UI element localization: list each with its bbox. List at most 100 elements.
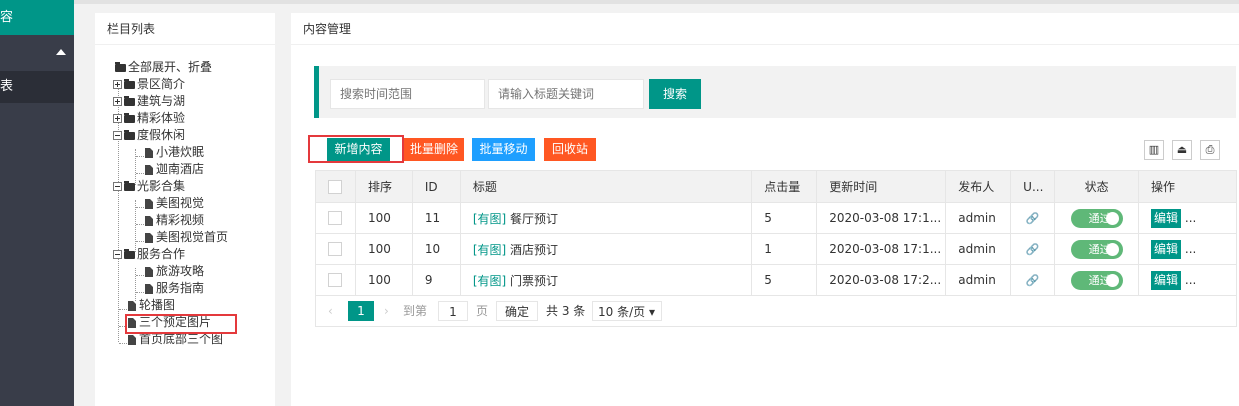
left-nav: 容 表 <box>0 0 74 406</box>
edit-button[interactable]: 编辑 <box>1151 270 1182 290</box>
file-icon <box>145 198 153 209</box>
columns-filter-icon[interactable]: ▥ <box>1144 140 1164 160</box>
tree-node-leaf[interactable]: 旅游攻略 <box>145 263 204 280</box>
goto-page-input[interactable]: 1 <box>438 301 468 321</box>
url-cell[interactable]: 🔗 <box>1010 233 1056 265</box>
batch-move-button[interactable]: 批量移动 <box>472 138 535 161</box>
actions-cell: 编辑 ... <box>1138 233 1237 265</box>
status-cell: 通过 <box>1054 233 1140 265</box>
row-checkbox[interactable] <box>328 273 342 288</box>
tree-node-leaf[interactable]: 美图视觉 <box>145 195 204 212</box>
column-header[interactable]: 发布人 <box>945 170 1012 203</box>
column-header[interactable]: 状态 <box>1054 170 1140 203</box>
prev-page-icon[interactable]: ‹ <box>328 301 333 321</box>
keyword-input[interactable] <box>488 79 644 109</box>
export-icon[interactable]: ⏏ <box>1172 140 1192 160</box>
link-icon[interactable]: 🔗 <box>1026 274 1040 287</box>
file-icon <box>145 283 153 294</box>
edit-button[interactable]: 编辑 <box>1151 239 1182 259</box>
plus-box-icon[interactable] <box>113 97 122 106</box>
plus-box-icon[interactable] <box>113 80 122 89</box>
nav-submenu-toggle[interactable] <box>0 35 74 71</box>
tree-node-experience[interactable]: 精彩体验 <box>113 110 185 127</box>
minus-box-icon[interactable] <box>113 250 122 259</box>
tree-node-carousel[interactable]: 轮播图 <box>128 297 175 314</box>
folder-icon <box>124 95 135 106</box>
status-switch[interactable]: 通过 <box>1070 239 1123 259</box>
column-header[interactable]: 操作 <box>1138 170 1237 203</box>
minus-box-icon[interactable] <box>113 182 122 191</box>
plus-box-icon[interactable] <box>113 114 122 123</box>
more-actions[interactable]: ... <box>1185 273 1196 287</box>
column-header[interactable]: 点击量 <box>751 170 818 203</box>
tree-node-leaf[interactable]: 迦南酒店 <box>145 161 204 178</box>
row-checkbox[interactable] <box>328 242 342 257</box>
tree-node-leaf[interactable]: 精彩视频 <box>145 212 204 229</box>
table-row[interactable]: 100 10 [有图] 酒店预订 1 2020-03-08 17:1... ad… <box>315 233 1237 265</box>
search-button[interactable]: 搜索 <box>649 79 701 109</box>
actions-cell: 编辑 ... <box>1138 202 1237 234</box>
tree-node-leaf[interactable]: 小港炊眠 <box>145 144 204 161</box>
tree-node-architecture[interactable]: 建筑与湖 <box>113 93 185 110</box>
row-checkbox[interactable] <box>328 211 342 226</box>
folder-open-icon <box>124 129 135 140</box>
folder-open-icon <box>124 248 135 259</box>
nav-subitem[interactable]: 表 <box>0 71 74 103</box>
time-range-input[interactable] <box>330 79 485 109</box>
column-header[interactable]: 排序 <box>354 170 413 203</box>
tree-node-scenic[interactable]: 景区简介 <box>113 76 185 93</box>
url-cell[interactable]: 🔗 <box>1010 202 1056 234</box>
author-cell: admin <box>945 233 1012 265</box>
confirm-page-button[interactable]: 确定 <box>496 301 538 321</box>
top-strip <box>74 0 1239 4</box>
column-tree-panel: 栏目列表 全部展开、折叠 景区简介 建筑与湖 精彩体验 度假休闲 小港炊眠 迦南… <box>95 13 275 406</box>
page-label: 页 <box>476 304 489 318</box>
more-actions[interactable]: ... <box>1185 242 1196 256</box>
nav-item-content[interactable]: 容 <box>0 0 74 35</box>
image-tag: [有图] <box>472 211 507 226</box>
link-icon[interactable]: 🔗 <box>1026 243 1040 256</box>
tree-expand-all[interactable]: 全部展开、折叠 <box>113 59 212 76</box>
per-page-select[interactable]: 10 条/页 ▾ <box>592 301 662 321</box>
batch-delete-button[interactable]: 批量删除 <box>404 138 464 161</box>
minus-box-icon[interactable] <box>113 131 122 140</box>
next-page-icon[interactable]: › <box>384 301 389 321</box>
title-cell: [有图] 酒店预订 <box>459 233 753 265</box>
tree-node-vacation[interactable]: 度假休闲 <box>113 127 185 144</box>
status-cell: 通过 <box>1054 202 1140 234</box>
table-row[interactable]: 100 9 [有图] 门票预订 5 2020-03-08 17:2... adm… <box>315 264 1237 296</box>
column-header[interactable]: 更新时间 <box>816 170 947 203</box>
table-row[interactable]: 100 11 [有图] 餐厅预订 5 2020-03-08 17:1... ad… <box>315 202 1237 234</box>
sort-cell: 100 <box>354 202 413 234</box>
status-cell: 通过 <box>1054 264 1140 296</box>
folder-icon <box>124 112 135 123</box>
file-icon <box>128 334 136 345</box>
select-all-cell[interactable] <box>315 170 356 203</box>
column-header[interactable]: U... <box>1010 170 1056 203</box>
tree-node-leaf[interactable]: 服务指南 <box>145 280 204 297</box>
file-icon <box>145 266 153 277</box>
folder-open-icon <box>124 180 135 191</box>
link-icon[interactable]: 🔗 <box>1026 212 1040 225</box>
tree-line <box>119 343 127 344</box>
status-switch[interactable]: 通过 <box>1070 208 1123 228</box>
edit-button[interactable]: 编辑 <box>1151 208 1182 228</box>
caret-up-icon <box>56 49 66 55</box>
table-header-row: 排序 ID 标题 点击量 更新时间 发布人 U... 状态 操作 <box>315 170 1237 203</box>
tree-panel-title: 栏目列表 <box>95 13 275 45</box>
more-actions[interactable]: ... <box>1185 211 1196 225</box>
select-all-checkbox[interactable] <box>328 179 342 194</box>
sort-cell: 100 <box>354 264 413 296</box>
column-header[interactable]: ID <box>411 170 461 203</box>
tree-node-leaf[interactable]: 美图视觉首页 <box>145 229 228 246</box>
search-bar: 搜索 <box>314 66 1236 118</box>
status-switch[interactable]: 通过 <box>1070 270 1123 290</box>
page-current[interactable]: 1 <box>348 301 374 321</box>
url-cell[interactable]: 🔗 <box>1010 264 1056 296</box>
column-header[interactable]: 标题 <box>459 170 753 203</box>
print-icon[interactable]: ⎙ <box>1200 140 1220 160</box>
tree-node-service[interactable]: 服务合作 <box>113 246 185 263</box>
tree-line <box>136 224 144 225</box>
tree-node-gallery[interactable]: 光影合集 <box>113 178 185 195</box>
recycle-bin-button[interactable]: 回收站 <box>544 138 596 161</box>
